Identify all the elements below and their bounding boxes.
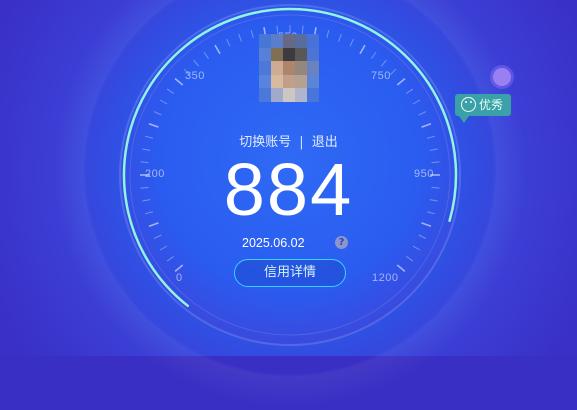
score-level-label: 优秀 <box>479 98 504 112</box>
credit-detail-button[interactable]: 信用详情 <box>234 259 346 287</box>
tick-label-0: 0 <box>176 272 183 284</box>
smile-icon <box>461 97 476 112</box>
badge-pointer <box>459 116 469 123</box>
tick-label-1200: 1200 <box>372 272 399 284</box>
score-level-badge: 优秀 <box>455 94 512 123</box>
score-date: 2025.06.02 <box>242 236 305 250</box>
tick-label-350: 350 <box>185 70 205 82</box>
help-icon[interactable]: ? <box>335 236 348 249</box>
progress-indicator-dot <box>493 68 511 86</box>
tick-label-750: 750 <box>371 70 391 82</box>
credit-score: 884 <box>223 148 354 231</box>
gauge-tick <box>301 25 304 34</box>
avatar[interactable] <box>259 34 319 102</box>
